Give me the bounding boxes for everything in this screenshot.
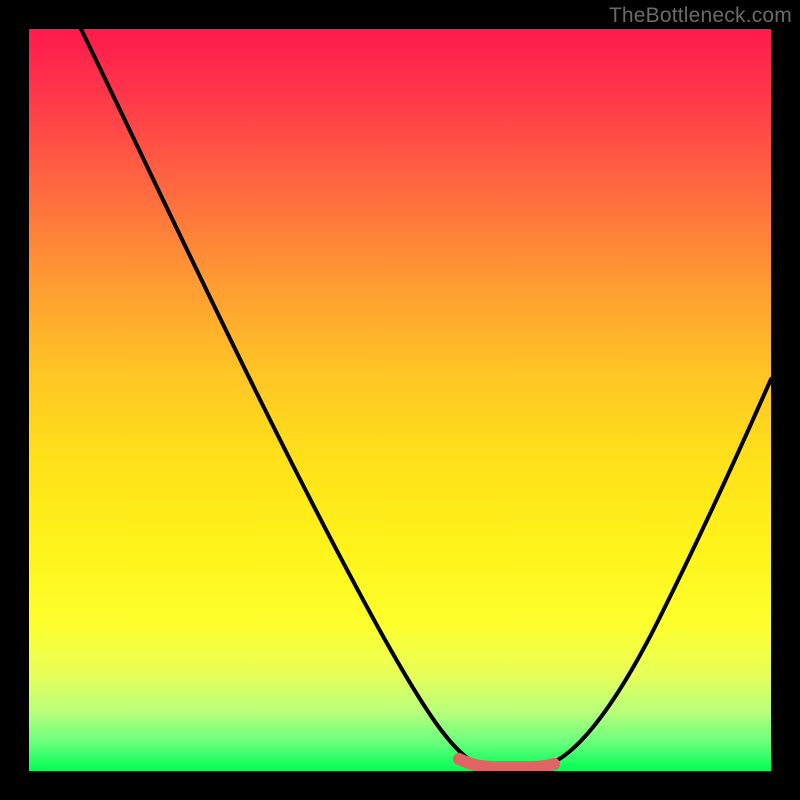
highlight-dot-right xyxy=(548,758,560,770)
plot-area xyxy=(29,29,771,771)
curve-path xyxy=(81,29,771,767)
bottleneck-curve xyxy=(29,29,771,771)
highlight-segment xyxy=(459,759,554,767)
watermark-text: TheBottleneck.com xyxy=(609,4,792,28)
chart-frame: TheBottleneck.com xyxy=(0,0,800,800)
highlight-dot-left xyxy=(453,753,465,765)
